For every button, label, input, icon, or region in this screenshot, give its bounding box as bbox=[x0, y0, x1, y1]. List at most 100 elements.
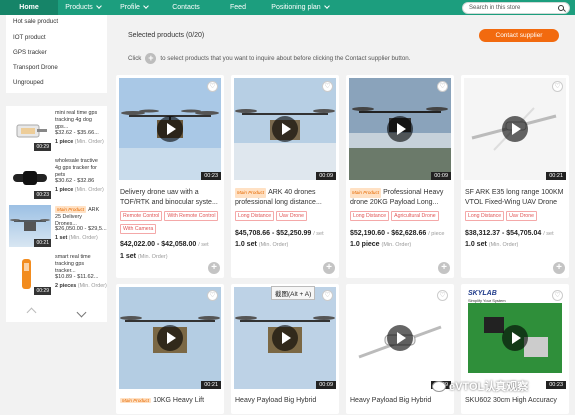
moq-value: 1.0 piece bbox=[350, 241, 380, 248]
skylab-tagline: Simplify Your System bbox=[468, 298, 506, 303]
add-to-inquiry-button[interactable]: + bbox=[553, 262, 565, 274]
play-icon[interactable] bbox=[387, 116, 413, 142]
contact-supplier-button[interactable]: Contact supplier bbox=[479, 29, 559, 42]
product-title[interactable]: SF ARK E35 long range 100KM VTOL Fixed-W… bbox=[465, 188, 566, 208]
product-moq: 1 set (Min. Order) bbox=[120, 253, 168, 260]
video-duration: 00:21 bbox=[34, 239, 51, 247]
product-image[interactable]: SKYLAB Simplify Your System ♡ 00:23 bbox=[464, 287, 566, 389]
play-icon[interactable] bbox=[387, 325, 413, 351]
moq-note: (Min. Order) bbox=[137, 254, 168, 260]
product-image[interactable]: ♡ 00:09 bbox=[234, 287, 336, 389]
chevron-down-icon[interactable] bbox=[76, 307, 87, 317]
price-unit: / set bbox=[313, 231, 324, 237]
selected-products-bar: Selected products (0/20) Contact supplie… bbox=[115, 21, 575, 69]
product-title[interactable]: SKU602 30cm High Accuracy bbox=[465, 397, 566, 404]
product-card[interactable]: ♡ 00:09 Heavy Payload Big Hybrid bbox=[231, 284, 339, 414]
price-value: $38,312.37 - $54,705.04 bbox=[465, 230, 542, 237]
recommended-moq: 2 pieces (Min. Order) bbox=[55, 283, 107, 289]
product-card[interactable]: ♡ 00:09 Main Product Professional Heavy d… bbox=[346, 75, 454, 278]
recommended-item[interactable]: 00:29 smart real time tracking gps track… bbox=[6, 250, 107, 298]
price-unit: / piece bbox=[428, 231, 445, 237]
category-item[interactable]: GPS tracker bbox=[13, 49, 47, 56]
product-price: $38,312.37 - $54,705.04 / set bbox=[465, 230, 554, 237]
recommended-title[interactable]: wholesale tractive 4g gps tracker for pe… bbox=[55, 158, 105, 179]
moq-note: (Min. Order) bbox=[68, 235, 98, 241]
recommended-item[interactable]: 00:23 wholesale tractive 4g gps tracker … bbox=[6, 154, 107, 202]
nav-contacts[interactable]: Contacts bbox=[163, 0, 209, 15]
search-input[interactable]: Search in this store bbox=[462, 2, 570, 14]
product-title[interactable]: Main Product 10KG Heavy Lift bbox=[120, 397, 221, 404]
product-image[interactable]: ♡ 00:21 bbox=[119, 287, 221, 389]
product-image[interactable]: ♡ 00:21 bbox=[464, 78, 566, 180]
product-tags: Remote Control With Remote Control With Ca… bbox=[120, 211, 222, 237]
heart-icon[interactable]: ♡ bbox=[437, 81, 448, 92]
add-to-inquiry-button[interactable]: + bbox=[438, 262, 450, 274]
nav-products[interactable]: Products bbox=[58, 0, 108, 15]
play-icon[interactable] bbox=[272, 116, 298, 142]
recommended-item[interactable]: 00:29 mini real time gps tracking 4g dog… bbox=[6, 106, 107, 154]
product-title[interactable]: Delivery drone uav with a TOF/RTK and bi… bbox=[120, 188, 221, 208]
product-image[interactable]: ♡ 00:09 bbox=[349, 78, 451, 180]
nav-positioning-plan[interactable]: Positioning plan bbox=[265, 0, 335, 15]
nav-home[interactable]: Home bbox=[0, 0, 58, 15]
product-tag: Remote Control bbox=[120, 211, 163, 221]
category-item[interactable]: Transport Drone bbox=[13, 64, 58, 71]
product-title[interactable]: Main Product Professional Heavy drone 20K… bbox=[350, 188, 451, 208]
product-card[interactable]: ♡ 00:09 Heavy Payload Big Hybrid bbox=[346, 284, 454, 414]
product-title[interactable]: Heavy Payload Big Hybrid bbox=[350, 397, 451, 404]
select-instruction: Click + to select products that you want… bbox=[128, 53, 410, 64]
product-image[interactable]: ♡ 00:23 bbox=[119, 78, 221, 180]
nav-profile[interactable]: Profile bbox=[110, 0, 158, 15]
play-icon[interactable] bbox=[502, 325, 528, 351]
product-moq: 1.0 set (Min. Order) bbox=[235, 241, 288, 248]
product-image[interactable]: ♡ 00:09 bbox=[234, 78, 336, 180]
recommended-title[interactable]: Main Product ARK 25 Delivery Drones... bbox=[55, 206, 105, 228]
product-card[interactable]: ♡ 00:09 Main Product ARK 40 drones profes… bbox=[231, 75, 339, 278]
video-duration: 00:23 bbox=[201, 172, 221, 180]
product-image[interactable]: ♡ 00:09 bbox=[349, 287, 451, 389]
video-duration: 00:09 bbox=[316, 172, 336, 180]
play-icon[interactable] bbox=[157, 325, 183, 351]
heart-icon[interactable]: ♡ bbox=[207, 290, 218, 301]
chevron-up-icon[interactable] bbox=[26, 307, 37, 317]
product-thumbnail[interactable]: 00:23 bbox=[9, 157, 51, 199]
heart-icon[interactable]: ♡ bbox=[552, 290, 563, 301]
search-placeholder: Search in this store bbox=[469, 5, 521, 11]
product-moq: 1.0 set (Min. Order) bbox=[465, 241, 518, 248]
heart-icon[interactable]: ♡ bbox=[552, 81, 563, 92]
recommended-title[interactable]: smart real time tracking gps tracker... bbox=[55, 254, 105, 275]
product-thumbnail[interactable]: 00:29 bbox=[9, 253, 51, 295]
product-thumbnail[interactable]: 00:21 bbox=[9, 205, 51, 247]
product-card[interactable]: SKYLAB Simplify Your System ♡ 00:23 SKU6… bbox=[461, 284, 569, 414]
category-item[interactable]: Hot sale product bbox=[13, 18, 58, 25]
product-tag: Long Distance bbox=[350, 211, 390, 221]
moq-note: (Min. Order) bbox=[488, 242, 519, 248]
play-icon[interactable] bbox=[272, 325, 298, 351]
recommended-title[interactable]: mini real time gps tracking 4g dog gps..… bbox=[55, 110, 105, 131]
product-title[interactable]: Main Product ARK 40 drones professional l… bbox=[235, 188, 336, 208]
main-product-badge: Main Product bbox=[235, 188, 267, 198]
category-item[interactable]: Ungrouped bbox=[13, 79, 44, 86]
product-card[interactable]: ♡ 00:23 Delivery drone uav with a TOF/RT… bbox=[116, 75, 224, 278]
category-item[interactable]: IOT product bbox=[13, 34, 46, 41]
recommended-item[interactable]: 00:21 Main Product ARK 25 Delivery Drones… bbox=[6, 202, 107, 250]
instruction-prefix: Click bbox=[128, 55, 142, 62]
product-card[interactable]: ♡ 00:21 Main Product 10KG Heavy Lift bbox=[116, 284, 224, 414]
play-icon[interactable] bbox=[157, 116, 183, 142]
instruction-suffix: to select products that you want to inqu… bbox=[160, 55, 411, 62]
heart-icon[interactable]: ♡ bbox=[207, 81, 218, 92]
heart-icon[interactable]: ♡ bbox=[322, 81, 333, 92]
product-card[interactable]: ♡ 00:21 SF ARK E35 long range 100KM VTOL… bbox=[461, 75, 569, 278]
product-tags: Long Distance Uav Drone bbox=[465, 211, 567, 224]
product-thumbnail[interactable]: 00:29 bbox=[9, 109, 51, 151]
heart-icon[interactable]: ♡ bbox=[437, 290, 448, 301]
search-icon[interactable] bbox=[558, 5, 564, 11]
video-duration: 00:23 bbox=[34, 191, 51, 199]
nav-feed[interactable]: Feed bbox=[218, 0, 258, 15]
add-to-inquiry-button[interactable]: + bbox=[208, 262, 220, 274]
play-icon[interactable] bbox=[502, 116, 528, 142]
product-title[interactable]: Heavy Payload Big Hybrid bbox=[235, 397, 336, 404]
heart-icon[interactable]: ♡ bbox=[322, 290, 333, 301]
add-to-inquiry-button[interactable]: + bbox=[323, 262, 335, 274]
watermark-text: eVTOL认真观察 bbox=[449, 381, 529, 393]
